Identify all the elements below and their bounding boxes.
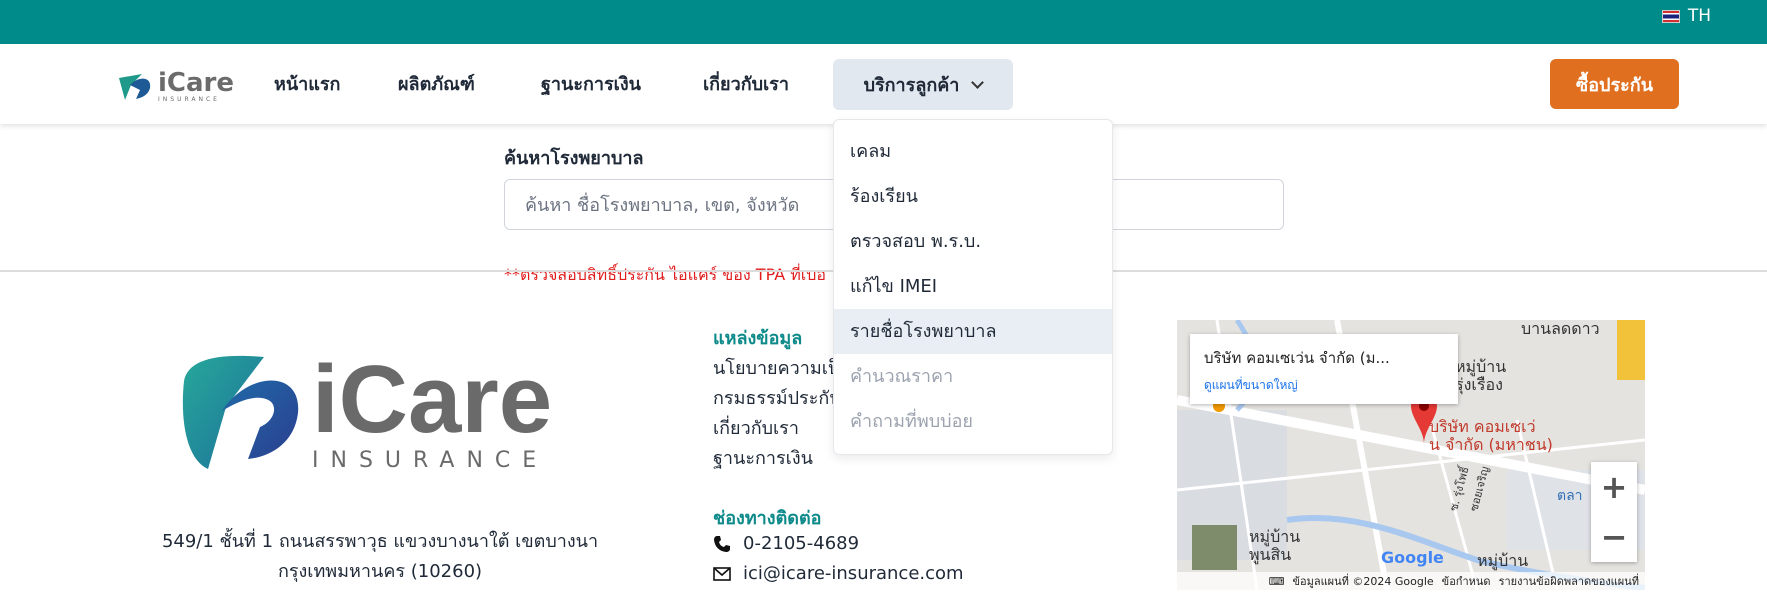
- menu-item-check-act[interactable]: ตรวจสอบ พ.ร.บ.: [834, 219, 1112, 264]
- phone-icon: [714, 535, 730, 552]
- email-address: ici@icare-insurance.com: [743, 563, 964, 584]
- google-logo: Google: [1381, 548, 1444, 567]
- nav-customer-service-label: บริการลูกค้า: [863, 75, 960, 96]
- map-label-village-1: หมู่บ้าน รุ่งเรือง: [1455, 358, 1506, 394]
- contact-phone[interactable]: 0-2105-4689: [713, 533, 859, 554]
- contact-email[interactable]: ici@icare-insurance.com: [713, 563, 964, 584]
- language-label: TH: [1687, 6, 1711, 26]
- menu-item-claim[interactable]: เคลม: [834, 129, 1112, 174]
- map-label-village-1a: หมู่บ้าน: [1455, 357, 1507, 376]
- map-label-village-2b: พูนสิน: [1249, 545, 1292, 564]
- footer-link-about[interactable]: เกี่ยวกับเรา: [713, 413, 799, 442]
- nav-about[interactable]: เกี่ยวกับเรา: [703, 72, 789, 98]
- top-bar: TH: [0, 0, 1767, 44]
- map-label-top: บานลดดาว: [1521, 320, 1600, 338]
- brand-logo[interactable]: iCare INSURANCE: [116, 66, 234, 106]
- chevron-down-icon: [971, 75, 985, 89]
- map-label-right: ตลา: [1557, 488, 1583, 504]
- google-map[interactable]: บานลดดาว หมู่บ้าน รุ่งเรือง บริษัท คอมเซ…: [1177, 320, 1645, 590]
- keyboard-icon[interactable]: ⌨: [1269, 575, 1285, 588]
- nav-home[interactable]: หน้าแรก: [274, 72, 340, 98]
- search-note: **ตรวจสอบสิทธิ์ประกัน ไอแคร์ ของ TPA ที่…: [504, 265, 827, 284]
- footer-link-policy[interactable]: นโยบายความเป็: [713, 353, 839, 382]
- map-label-village-1b: รุ่งเรือง: [1455, 375, 1503, 394]
- menu-item-price-calc[interactable]: คำนวณราคา: [834, 354, 1112, 399]
- company-address: 549/1 ชั้นที่ 1 ถนนสรรพาวุธ แขวงบางนาใต้…: [150, 527, 610, 587]
- map-label-village-2a: หมู่บ้าน: [1249, 527, 1301, 546]
- footer-link-insurance[interactable]: กรมธรรม์ประกัน: [713, 383, 842, 412]
- customer-service-dropdown: เคลม ร้องเรียน ตรวจสอบ พ.ร.บ. แก้ไข IMEI…: [833, 119, 1113, 455]
- map-view-larger-link[interactable]: ดูแผนที่ขนาดใหญ่: [1204, 376, 1444, 395]
- address-line-1: 549/1 ชั้นที่ 1 ถนนสรรพาวุธ แขวงบางนาใต้…: [161, 531, 599, 552]
- phone-number: 0-2105-4689: [743, 533, 860, 554]
- map-info-card: บริษัท คอมเซเว่น จำกัด (ม... ดูแผนที่ขนา…: [1190, 334, 1458, 404]
- map-label-village-2: หมู่บ้าน พูนสิน: [1249, 528, 1300, 564]
- map-pin-label-1: บริษัท คอมเซเว่: [1429, 417, 1536, 436]
- map-terms-link[interactable]: ข้อกำหนด: [1442, 572, 1491, 590]
- nav-financial[interactable]: ฐานะการเงิน: [541, 72, 641, 98]
- nav-customer-service[interactable]: บริการลูกค้า: [833, 59, 1013, 110]
- brand-sub: INSURANCE: [158, 95, 220, 103]
- footer-link-financial[interactable]: ฐานะการเงิน: [713, 443, 813, 472]
- buy-insurance-button[interactable]: ซื้อประกัน: [1550, 59, 1679, 109]
- zoom-out-button[interactable]: −: [1591, 512, 1637, 562]
- zoom-in-button[interactable]: +: [1591, 462, 1637, 512]
- search-title: ค้นหาโรงพยาบาล: [504, 148, 644, 169]
- footer-logo: iCare INSURANCE: [178, 346, 580, 478]
- envelope-icon: [713, 566, 731, 581]
- menu-item-complaint[interactable]: ร้องเรียน: [834, 174, 1112, 219]
- brand-name: iCare: [158, 67, 234, 98]
- menu-item-faq[interactable]: คำถามที่พบบ่อย: [834, 399, 1112, 444]
- main-nav: iCare INSURANCE หน้าแรก ผลิตภัณฑ์ ฐานะกา…: [0, 44, 1767, 124]
- map-zoom-controls: + −: [1591, 462, 1637, 562]
- menu-item-edit-imei[interactable]: แก้ไข IMEI: [834, 264, 1112, 309]
- thai-flag-icon: [1661, 9, 1680, 23]
- contact-title: ช่องทางติดต่อ: [713, 508, 822, 529]
- address-line-2: กรุงเทพมหานคร (10260): [277, 561, 483, 582]
- icare-mark-large-icon: [182, 355, 299, 469]
- map-pin-label: บริษัท คอมเซเว่ น จำกัด (มหาชน): [1429, 418, 1553, 454]
- language-switcher[interactable]: TH: [1661, 0, 1711, 32]
- footer-brand-name: iCare: [312, 345, 553, 453]
- map-report-link[interactable]: รายงานข้อผิดพลาดของแผนที่: [1499, 572, 1639, 590]
- map-data-credit: ข้อมูลแผนที่ ©2024 Google: [1292, 575, 1434, 588]
- resources-title: แหล่งข้อมูล: [713, 328, 803, 349]
- map-place-name: บริษัท คอมเซเว่น จำกัด (ม...: [1204, 349, 1390, 367]
- footer-brand-sub: INSURANCE: [312, 447, 549, 473]
- menu-item-hospital-list[interactable]: รายชื่อโรงพยาบาล: [834, 309, 1112, 354]
- map-footer: ⌨ ข้อมูลแผนที่ ©2024 Google ข้อกำหนด ราย…: [1177, 572, 1645, 590]
- map-label-village-3: หมู่บ้าน: [1477, 551, 1529, 570]
- nav-products[interactable]: ผลิตภัณฑ์: [398, 72, 475, 98]
- icare-mark-icon: [119, 74, 151, 100]
- map-pin-label-2: น จำกัด (มหาชน): [1429, 435, 1553, 454]
- search-placeholder: ค้นหา ชื่อโรงพยาบาล, เขต, จังหวัด: [525, 195, 800, 216]
